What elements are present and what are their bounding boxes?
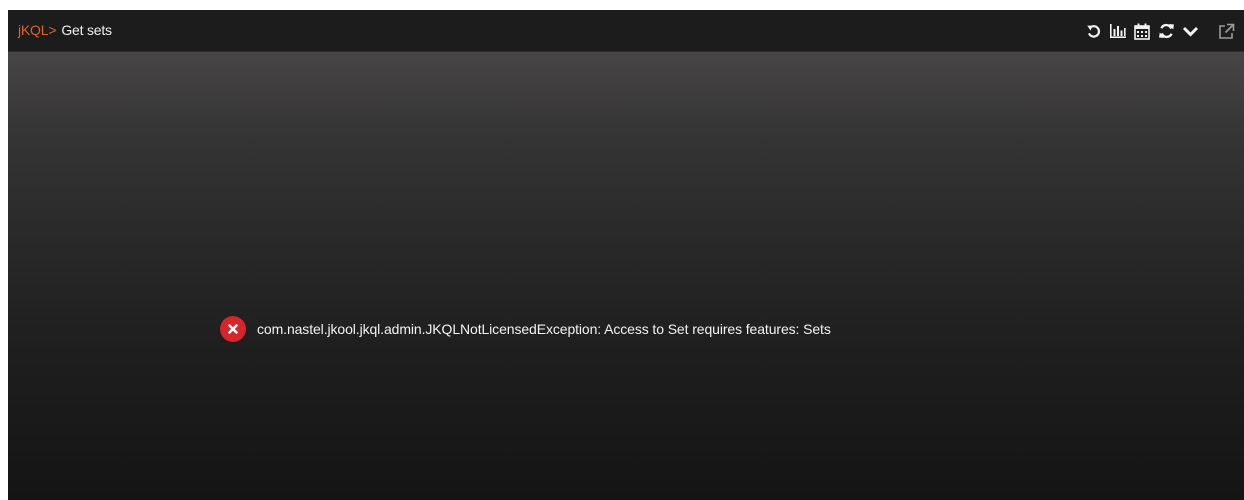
bar-chart-icon[interactable]	[1108, 20, 1128, 42]
query-panel: jKQL> Get sets com.nastel.jkool.jkql.adm…	[8, 10, 1244, 500]
error-message: com.nastel.jkool.jkql.admin.JKQLNotLicen…	[220, 316, 831, 342]
external-link-icon[interactable]	[1216, 20, 1236, 42]
undo-icon[interactable]	[1084, 20, 1104, 42]
panel-title: jKQL> Get sets	[18, 22, 112, 38]
error-circle-x-icon	[220, 316, 246, 342]
chevron-down-icon[interactable]	[1180, 20, 1200, 42]
panel-toolbar	[1080, 19, 1236, 43]
results-area: com.nastel.jkool.jkql.admin.JKQLNotLicen…	[8, 52, 1244, 500]
query-text[interactable]: Get sets	[61, 22, 112, 38]
panel-header: jKQL> Get sets	[8, 10, 1244, 52]
query-prompt: jKQL>	[18, 22, 57, 38]
error-text: com.nastel.jkool.jkql.admin.JKQLNotLicen…	[257, 321, 831, 337]
calendar-icon[interactable]	[1132, 20, 1152, 42]
refresh-icon[interactable]	[1156, 20, 1176, 42]
